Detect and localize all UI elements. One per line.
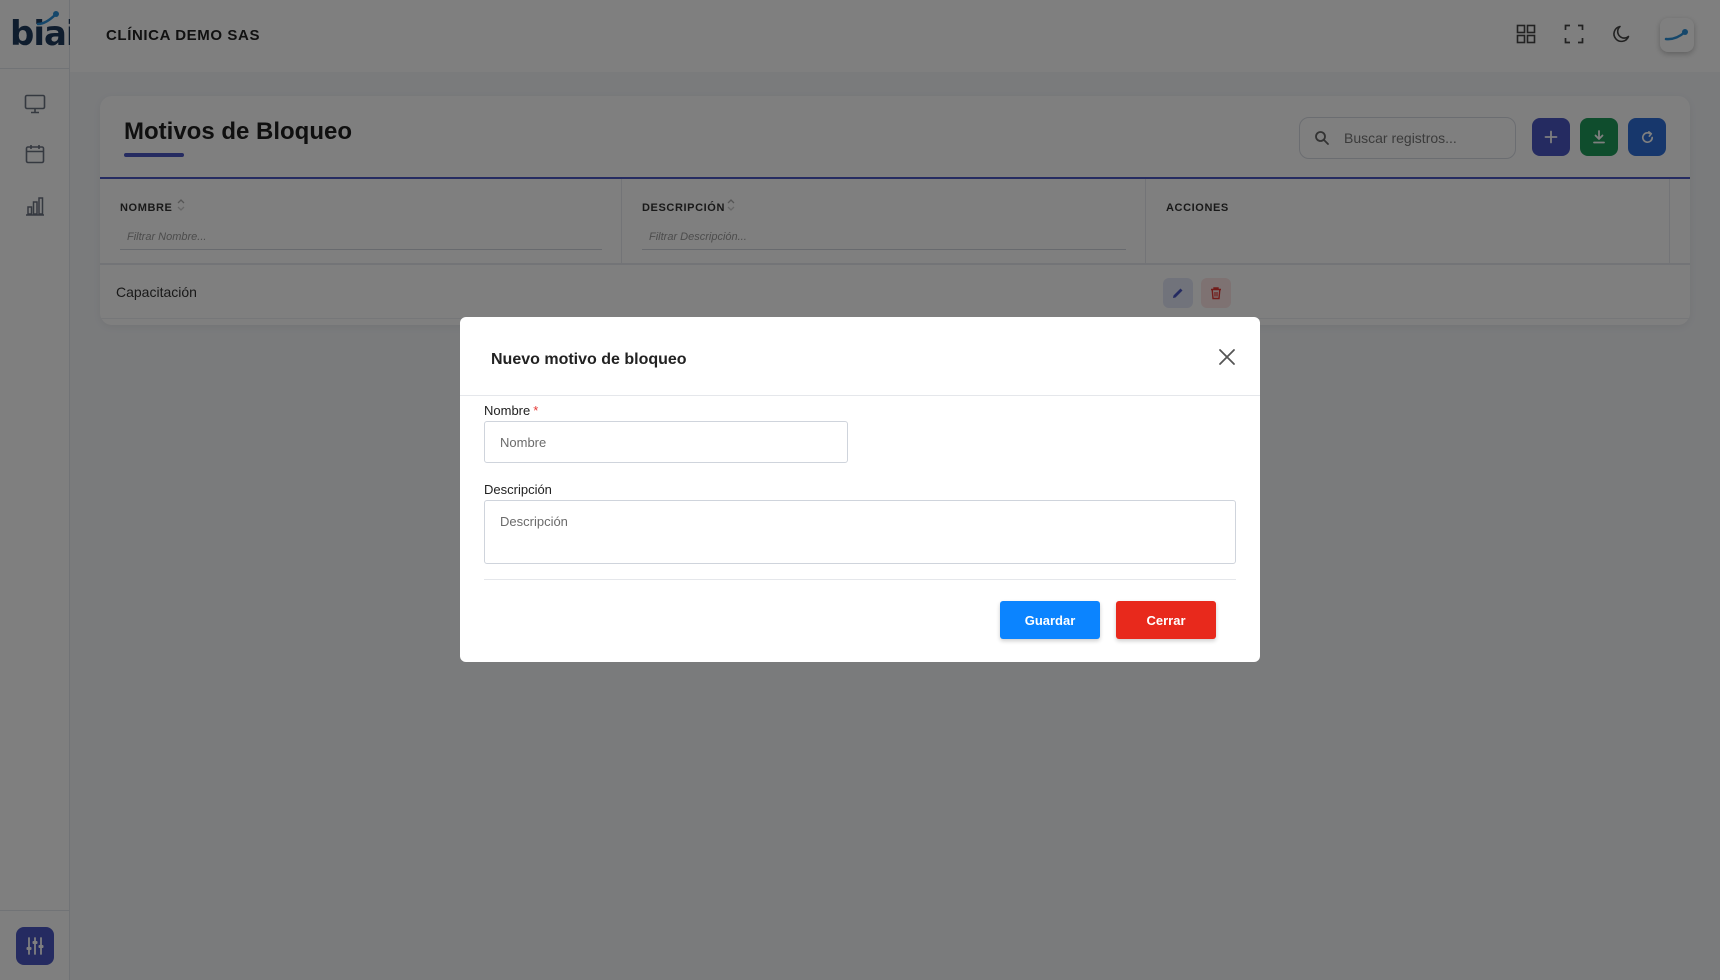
dialog-footer-divider xyxy=(484,579,1236,580)
required-mark: * xyxy=(533,403,539,418)
save-button[interactable]: Guardar xyxy=(1000,601,1100,639)
nombre-input[interactable] xyxy=(484,421,848,463)
cancel-button[interactable]: Cerrar xyxy=(1116,601,1216,639)
nombre-label: Nombre * xyxy=(484,403,538,418)
close-icon xyxy=(1219,349,1235,365)
dialog-close-button[interactable] xyxy=(1215,345,1239,369)
nombre-label-text: Nombre xyxy=(484,403,531,418)
dialog-title: Nuevo motivo de bloqueo xyxy=(491,351,687,368)
descripcion-textarea[interactable] xyxy=(484,500,1236,564)
descripcion-label: Descripción xyxy=(484,482,552,497)
nuevo-motivo-dialog: Nuevo motivo de bloqueo Nombre* Descripc… xyxy=(460,317,1260,662)
dialog-header-divider xyxy=(460,395,1260,396)
